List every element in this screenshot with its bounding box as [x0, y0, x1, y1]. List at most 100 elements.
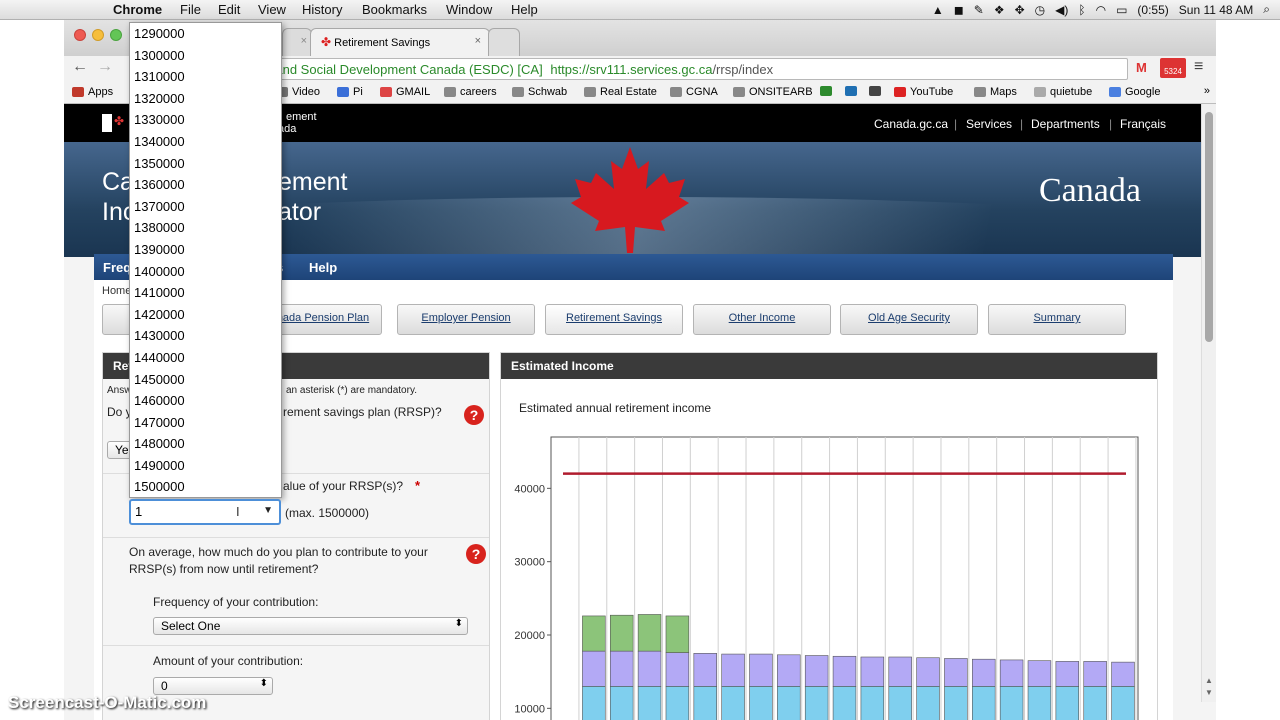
bookmark-gmail[interactable]: GMAIL [380, 86, 430, 98]
dropdown-option[interactable]: 1360000 [130, 174, 281, 196]
dropdown-option[interactable]: 1350000 [130, 153, 281, 175]
bookmark-video[interactable]: Video [276, 86, 320, 98]
link-canada-gc[interactable]: Canada.gc.ca [874, 117, 948, 131]
bookmark-youtube[interactable]: YouTube [894, 86, 953, 98]
battery-icon[interactable]: ▭ [1116, 3, 1127, 17]
menu-icon[interactable]: ≡ [1194, 58, 1203, 76]
dropdown-option[interactable]: 1420000 [130, 304, 281, 326]
link-departments[interactable]: Departments [1031, 117, 1100, 131]
dropdown-option[interactable]: 1340000 [130, 131, 281, 153]
bookmark-careers[interactable]: careers [444, 86, 497, 98]
menu-edit[interactable]: Edit [218, 2, 240, 17]
dropdown-option[interactable]: 1460000 [130, 390, 281, 412]
maps-icon [974, 87, 986, 97]
menu-window[interactable]: Window [446, 2, 492, 17]
spotlight-icon[interactable]: ⌕ [1263, 2, 1270, 17]
bookmark-linkedin[interactable] [845, 86, 857, 96]
dropbox-icon[interactable]: ✥ [1015, 3, 1025, 17]
divider [103, 537, 489, 538]
bookmark-pi[interactable]: Pi [337, 86, 363, 98]
menu-app[interactable]: Chrome [113, 2, 162, 17]
dropdown-option[interactable]: 1480000 [130, 433, 281, 455]
dropdown-option[interactable]: 1500000 [130, 476, 281, 498]
tools-icon[interactable]: ✎ [974, 3, 984, 17]
dropdown-option[interactable]: 1330000 [130, 109, 281, 131]
tab-other-income[interactable]: Other Income [693, 304, 831, 335]
menu-help[interactable]: Help [511, 2, 538, 17]
close-tab-icon[interactable]: × [475, 35, 481, 47]
income-chart: 10000 20000 30000 40000 [514, 436, 1139, 720]
time-machine-icon[interactable]: ◷ [1035, 3, 1045, 17]
close-tab-icon[interactable]: × [301, 35, 307, 47]
back-icon[interactable]: ← [72, 58, 88, 76]
bookmark-schwab[interactable]: Schwab [512, 86, 567, 98]
browser-tab-retirement[interactable]: ✤ Retirement Savings × [310, 28, 490, 56]
dropdown-option[interactable]: 1390000 [130, 239, 281, 261]
breadcrumb[interactable]: Home [102, 285, 131, 297]
dropdown-arrow-icon[interactable]: ▼ [263, 505, 273, 516]
frequency-select[interactable]: Select One ⬍ [153, 617, 468, 635]
dropdown-option[interactable]: 1290000 [130, 23, 281, 45]
bookmark-cgna[interactable]: CGNA [670, 86, 718, 98]
scroll-down-icon[interactable]: ▼ [1205, 688, 1213, 697]
bookmark-td[interactable] [820, 86, 832, 96]
dropdown-option[interactable]: 1450000 [130, 369, 281, 391]
tab-old-age-security[interactable]: Old Age Security [840, 304, 978, 335]
bar-segment [916, 686, 940, 720]
dropdown-option[interactable]: 1430000 [130, 325, 281, 347]
menu-bookmarks[interactable]: Bookmarks [362, 2, 427, 17]
wifi-icon[interactable]: ◠ [1096, 3, 1106, 17]
close-window-icon[interactable] [74, 29, 86, 41]
dropdown-option[interactable]: 1490000 [130, 455, 281, 477]
bluetooth-icon[interactable]: ᛒ [1078, 3, 1085, 17]
tab-retirement-savings[interactable]: Retirement Savings [545, 304, 683, 335]
bookmark-quietube[interactable]: quietube [1034, 86, 1092, 98]
bookmark-apps[interactable]: Apps [72, 86, 113, 98]
menu-file[interactable]: File [180, 2, 201, 17]
dropdown-option[interactable]: 1440000 [130, 347, 281, 369]
tab-summary[interactable]: Summary [988, 304, 1126, 335]
bookmark-real-estate[interactable]: Real Estate [584, 86, 657, 98]
bookmark-site[interactable] [869, 86, 881, 96]
new-tab-button[interactable] [488, 28, 520, 56]
rrsp-value-input[interactable]: 1 [135, 504, 142, 519]
help-icon[interactable]: ? [466, 544, 486, 564]
rrsp-value-combobox[interactable]: 1 I ▼ [129, 499, 281, 525]
menu-history[interactable]: History [302, 2, 342, 17]
bookmark-maps[interactable]: Maps [974, 86, 1017, 98]
dropdown-option[interactable]: 1310000 [130, 66, 281, 88]
zoom-window-icon[interactable] [110, 29, 122, 41]
rrsp-value-dropdown-list[interactable]: 1290000 1300000 1310000 1320000 1330000 13400… [129, 22, 282, 498]
bookmark-onsitearb[interactable]: ONSITEARB [733, 86, 813, 98]
help-icon[interactable]: ? [464, 405, 484, 425]
volume-icon[interactable]: ◀) [1055, 3, 1068, 17]
scrollbar-thumb[interactable] [1205, 112, 1213, 342]
evernote-icon[interactable]: ◼ [954, 3, 964, 17]
clock[interactable]: Sun 11 48 AM [1179, 3, 1254, 17]
link-francais[interactable]: Français [1120, 117, 1166, 131]
notification-icon[interactable]: ▲ [932, 3, 944, 17]
bookmark-google[interactable]: Google [1109, 86, 1160, 98]
dropdown-option[interactable]: 1370000 [130, 196, 281, 218]
tab-employer-pension[interactable]: Employer Pension [397, 304, 535, 335]
vertical-scrollbar[interactable]: ▲ ▼ [1201, 104, 1216, 702]
browser-tab-1[interactable]: × [282, 28, 312, 56]
nav-item-faq[interactable]: Freq [103, 260, 131, 275]
dropdown-option[interactable]: 1380000 [130, 217, 281, 239]
link-services[interactable]: Services [966, 117, 1012, 131]
gmail-notifier-icon[interactable]: 5324 [1160, 58, 1186, 78]
more-bookmarks-icon[interactable]: » [1204, 85, 1210, 97]
dropdown-option[interactable]: 1300000 [130, 45, 281, 67]
menu-view[interactable]: View [258, 2, 286, 17]
dropdown-option[interactable]: 1400000 [130, 261, 281, 283]
dropdown-option[interactable]: 1470000 [130, 412, 281, 434]
sync-icon[interactable]: ❖ [994, 3, 1005, 17]
forward-icon[interactable]: → [97, 58, 113, 76]
dropdown-option[interactable]: 1320000 [130, 88, 281, 110]
scroll-up-icon[interactable]: ▲ [1205, 676, 1213, 685]
address-bar[interactable]: ployment and Social Development Canada (… [212, 58, 1128, 80]
dropdown-option[interactable]: 1410000 [130, 282, 281, 304]
gmail-icon[interactable]: M [1136, 60, 1147, 75]
nav-item-help[interactable]: Help [309, 260, 337, 275]
minimize-window-icon[interactable] [92, 29, 104, 41]
